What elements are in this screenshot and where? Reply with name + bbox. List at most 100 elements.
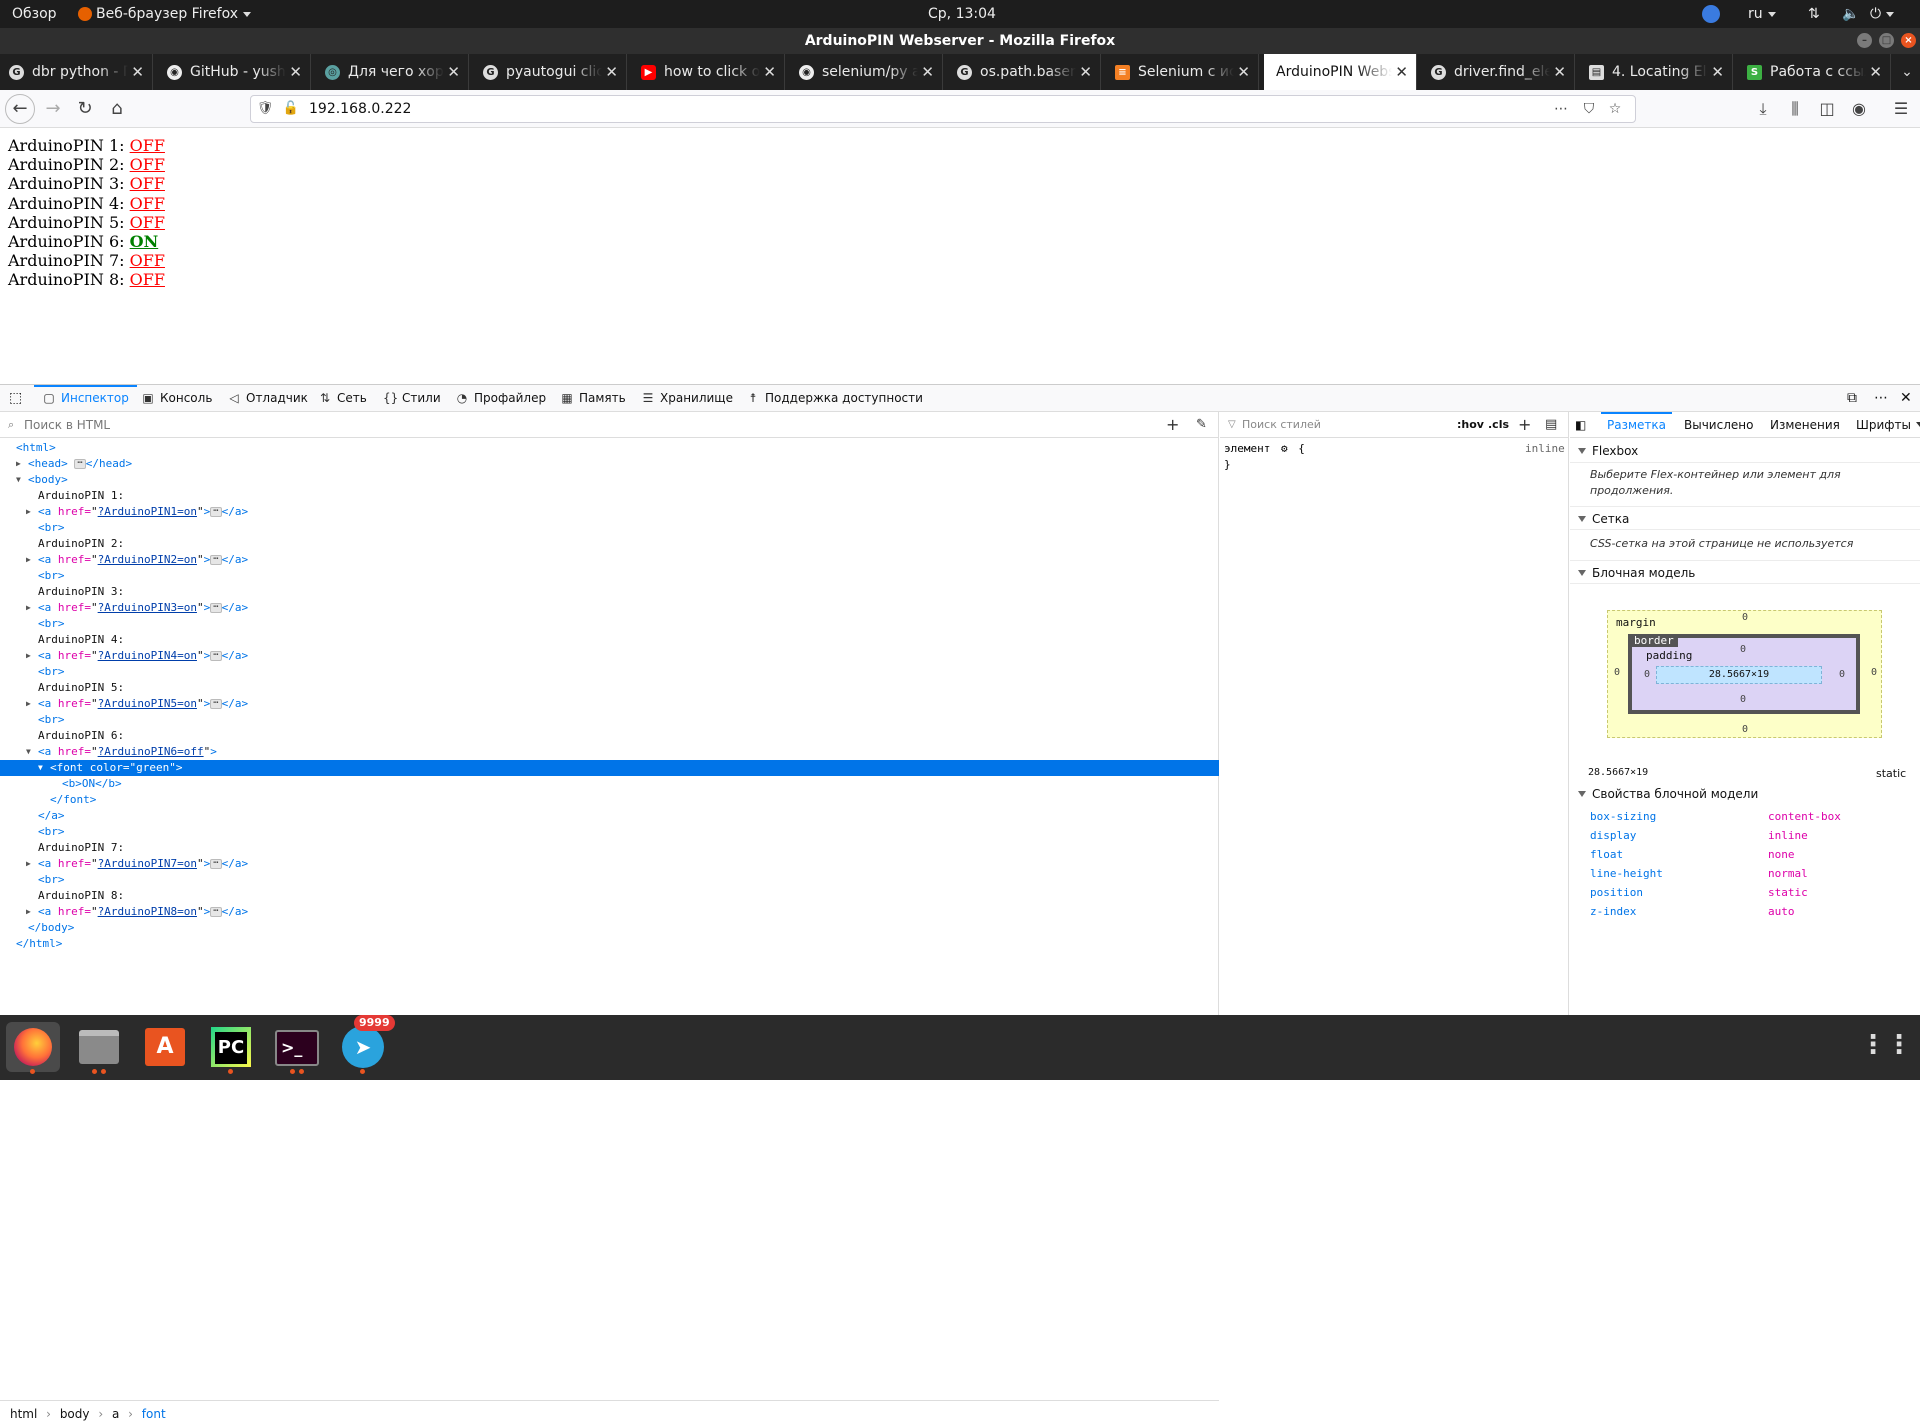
terminal-icon[interactable]: >_ <box>270 1022 324 1074</box>
network-icon[interactable]: ⇅ <box>1808 0 1820 28</box>
markup-node[interactable]: ArduinoPIN 5: <box>0 680 1219 696</box>
expand-arrow-down-icon[interactable]: ▼ <box>38 760 48 776</box>
markup-node[interactable]: <br> <box>0 568 1219 584</box>
markup-node[interactable]: <br> <box>0 872 1219 888</box>
html-search-input[interactable]: ⌕ Поиск в HTML + ✎ <box>0 412 1219 438</box>
clock[interactable]: Ср, 13:04 <box>928 0 996 28</box>
pocket-icon[interactable]: ⛉ <box>1577 90 1601 128</box>
pin-toggle-link[interactable]: OFF <box>130 174 165 193</box>
markup-node[interactable]: <br> <box>0 712 1219 728</box>
collapsed-content-icon[interactable]: ⋯ <box>210 907 222 917</box>
box-prop-value[interactable]: normal <box>1768 867 1808 880</box>
expand-arrow-right-icon[interactable]: ▶ <box>26 904 36 920</box>
close-devtools-icon[interactable]: ✕ <box>1900 385 1912 412</box>
pin-toggle-link[interactable]: OFF <box>130 213 165 232</box>
eyedropper-icon[interactable]: ✎ <box>1196 412 1207 438</box>
breadcrumb-a[interactable]: a <box>112 1407 119 1421</box>
markup-node-a[interactable]: ▶ <a href="?ArduinoPIN8=on"> ⋯ </a> <box>0 904 1219 920</box>
expand-arrow-right-icon[interactable]: ▶ <box>26 648 36 664</box>
app-menu[interactable]: Веб-браузер Firefox <box>78 0 252 28</box>
tab-list-chevron-icon[interactable]: ⌄ <box>1892 54 1920 90</box>
flexbox-section-header[interactable]: Flexbox <box>1570 439 1920 463</box>
language-menu[interactable]: ru <box>1748 0 1776 28</box>
tab-9[interactable]: Gdriver.find_ele ✕ <box>1422 54 1575 90</box>
breadcrumb-font[interactable]: font <box>142 1407 166 1421</box>
markup-node-a[interactable]: ▼ <a href="?ArduinoPIN6=off"> <box>0 744 1219 760</box>
markup-node[interactable]: ArduinoPIN 6: <box>0 728 1219 744</box>
tab-4[interactable]: ▶ how to click on ✕ <box>632 54 785 90</box>
close-tab-icon[interactable]: ✕ <box>289 54 302 90</box>
close-tab-icon[interactable]: ✕ <box>1395 54 1408 90</box>
expand-arrow-right-icon[interactable]: ▶ <box>26 504 36 520</box>
box-prop-value[interactable]: inline <box>1768 829 1808 842</box>
tab-memory[interactable]: ▦ Память <box>560 385 625 412</box>
show-applications-grid-icon[interactable]: ⋮⋮⋮ <box>1860 1022 1920 1072</box>
box-model-margin[interactable]: margin 0 0 0 0 border padding 0 0 0 0 28… <box>1607 610 1882 738</box>
minimize-button[interactable]: – <box>1857 33 1872 48</box>
back-button[interactable]: ← <box>5 94 35 124</box>
tab-fonts[interactable]: Шрифты <box>1856 412 1911 438</box>
expand-arrow-right-icon[interactable]: ▶ <box>16 456 26 472</box>
tab-network[interactable]: ⇅ Сеть <box>318 385 367 412</box>
expand-arrow-right-icon[interactable]: ▶ <box>26 552 36 568</box>
home-button[interactable]: ⌂ <box>102 90 132 128</box>
shield-icon[interactable]: 🛡 <box>253 90 277 128</box>
attr-href-value[interactable]: ?ArduinoPIN8=on <box>98 905 197 918</box>
close-tab-icon[interactable]: ✕ <box>605 54 618 90</box>
markup-node[interactable]: </font> <box>0 792 1219 808</box>
close-tab-icon[interactable]: ✕ <box>1711 54 1724 90</box>
add-rule-icon[interactable]: + <box>1518 412 1531 438</box>
attr-href-value[interactable]: ?ArduinoPIN5=on <box>98 697 197 710</box>
pycharm-icon[interactable]: PC <box>204 1022 258 1074</box>
collapsed-content-icon[interactable]: ⋯ <box>210 859 222 869</box>
markup-node[interactable]: <html> <box>0 440 1219 456</box>
markup-node-a[interactable]: ▶ <a href="?ArduinoPIN4=on"> ⋯ </a> <box>0 648 1219 664</box>
reload-button[interactable]: ↻ <box>70 90 100 128</box>
tab-layout[interactable]: Разметка <box>1601 412 1672 438</box>
menu-hamburger-icon[interactable]: ☰ <box>1886 90 1916 128</box>
tab-0[interactable]: Gdbr python - Пои✕ <box>0 54 153 90</box>
tab-10[interactable]: ▤ 4. Locating Ele ✕ <box>1580 54 1733 90</box>
gear-icon[interactable]: ⚙ <box>1281 442 1288 455</box>
markup-node[interactable]: ▶ <head> ⋯ </head> <box>0 456 1219 472</box>
expand-arrow-right-icon[interactable]: ▶ <box>26 600 36 616</box>
box-model-border[interactable]: border padding 0 0 0 0 28.5667×19 <box>1628 634 1860 714</box>
attr-href-value[interactable]: ?ArduinoPIN2=on <box>98 553 197 566</box>
markup-node[interactable]: ▼ <body> <box>0 472 1219 488</box>
box-model-content-size[interactable]: 28.5667×19 <box>1656 666 1822 684</box>
attr-href-value[interactable]: ?ArduinoPIN1=on <box>98 505 197 518</box>
tab-6[interactable]: Gos.path.basena✕ <box>948 54 1101 90</box>
software-icon[interactable]: A <box>138 1022 192 1072</box>
add-node-icon[interactable]: + <box>1166 412 1179 438</box>
box-prop-value[interactable]: auto <box>1768 905 1795 918</box>
box-prop-value[interactable]: none <box>1768 848 1795 861</box>
close-tab-icon[interactable]: ✕ <box>763 54 776 90</box>
styles-search-input[interactable]: ▽ Поиск стилей :hov .cls + ▤ <box>1220 412 1569 438</box>
tab-computed[interactable]: Вычислено <box>1684 412 1753 438</box>
markup-node[interactable]: <br> <box>0 616 1219 632</box>
firefox-icon[interactable] <box>6 1022 60 1074</box>
markup-node[interactable]: <b>ON</b> <box>0 776 1219 792</box>
tab-profiler[interactable]: ◔ Профайлер <box>455 385 546 412</box>
print-media-icon[interactable]: ▤ <box>1545 412 1557 438</box>
box-prop-value[interactable]: static <box>1768 886 1808 899</box>
collapsed-content-icon[interactable]: ⋯ <box>74 459 86 469</box>
expand-arrow-right-icon[interactable]: ▶ <box>26 856 36 872</box>
tab-8-active[interactable]: ArduinoPIN Webs ✕ <box>1264 54 1417 90</box>
markup-node[interactable]: ArduinoPIN 1: <box>0 488 1219 504</box>
tab-accessibility[interactable]: ☨ Поддержка доступности <box>746 385 923 412</box>
forward-button[interactable]: → <box>38 90 68 128</box>
close-tab-icon[interactable]: ✕ <box>447 54 460 90</box>
chevron-down-icon[interactable] <box>1916 422 1920 427</box>
tab-inspector[interactable]: ▢ Инспектор <box>34 385 137 412</box>
markup-node[interactable]: <br> <box>0 824 1219 840</box>
tab-console[interactable]: ▣ Консоль <box>141 385 212 412</box>
account-icon[interactable]: ◉ <box>1844 90 1874 128</box>
markup-node-a[interactable]: ▶ <a href="?ArduinoPIN3=on"> ⋯ </a> <box>0 600 1219 616</box>
pin-toggle-link[interactable]: ON <box>130 232 159 251</box>
url-text[interactable]: 192.168.0.222 <box>309 96 411 122</box>
expand-arrow-right-icon[interactable]: ▶ <box>26 696 36 712</box>
pin-toggle-link[interactable]: OFF <box>130 270 165 289</box>
collapsed-content-icon[interactable]: ⋯ <box>210 555 222 565</box>
markup-node-a[interactable]: ▶ <a href="?ArduinoPIN7=on"> ⋯ </a> <box>0 856 1219 872</box>
